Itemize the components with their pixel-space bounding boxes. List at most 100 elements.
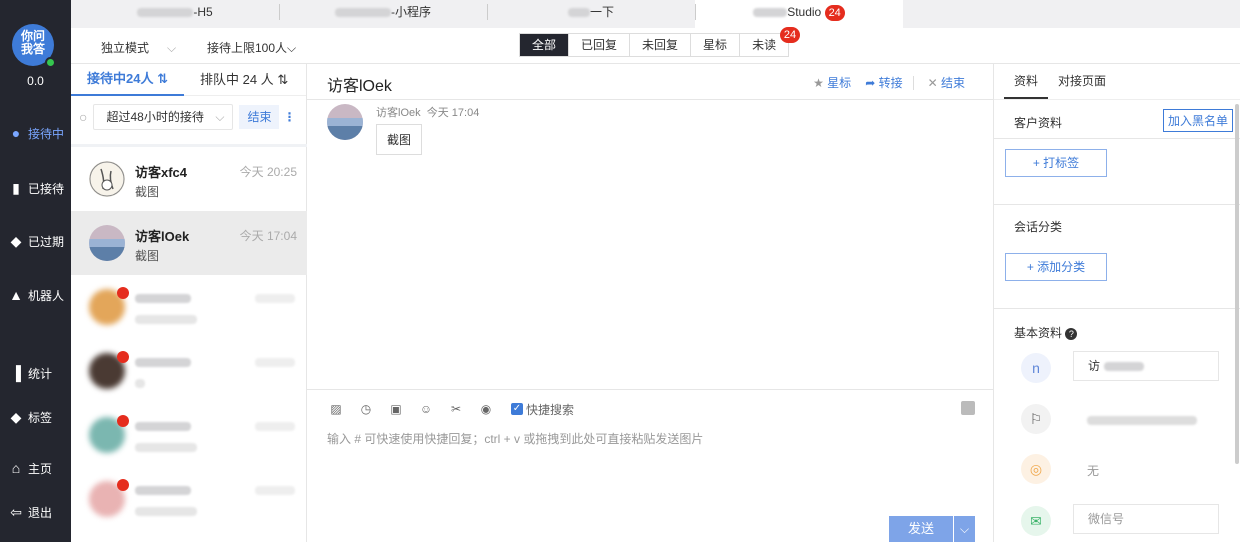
- conversation-item[interactable]: 访客lOek 今天 17:04 截图: [71, 211, 307, 275]
- end-sessions-button[interactable]: 结束: [239, 105, 280, 129]
- chat-actions: ★ 星标 ➦ 转接 ✕ 结束: [799, 74, 965, 91]
- scrollbar[interactable]: [1235, 104, 1239, 464]
- sort-icon[interactable]: ⇅: [157, 71, 168, 86]
- image-icon[interactable]: ▨: [327, 400, 345, 418]
- nav-item-serving[interactable]: ● 接待中: [0, 121, 71, 145]
- mode-select[interactable]: 独立模式 ⌵: [101, 39, 176, 56]
- location-value: 无: [1087, 464, 1100, 478]
- nav-item-served[interactable]: ▮ 已接待: [0, 176, 71, 200]
- nav-item-logout[interactable]: ⇦ 退出: [0, 500, 71, 524]
- quick-reply-icon[interactable]: ▣: [387, 400, 405, 418]
- limit-select[interactable]: 接待上限100人⌵: [207, 39, 296, 56]
- conversation-preview: 截图: [135, 249, 160, 263]
- filter-replied[interactable]: 已回复: [569, 34, 631, 56]
- nav-item-stats[interactable]: ▐ 统计: [0, 361, 71, 385]
- tab-profile[interactable]: 资料: [1004, 64, 1049, 99]
- nav-item-expired[interactable]: ◆ 已过期: [0, 229, 71, 253]
- conversation-item[interactable]: [71, 467, 307, 531]
- add-tag-button[interactable]: + 打标签: [1005, 149, 1107, 177]
- scissors-icon[interactable]: ✂: [447, 400, 465, 418]
- tab-serving[interactable]: 接待中24人 ⇅: [71, 64, 184, 96]
- redacted-text: [335, 8, 391, 18]
- conversation-item[interactable]: [71, 403, 307, 467]
- app-tabs: -H5 -小程序 一下 Studio 24: [71, 0, 1240, 28]
- quick-search-checkbox[interactable]: ✓ 快捷搜索: [511, 401, 574, 418]
- star-button[interactable]: ★ 星标: [813, 74, 851, 91]
- message-bubble[interactable]: 截图: [376, 124, 423, 155]
- nav-label: 已接待: [28, 181, 65, 196]
- clock-icon[interactable]: ◷: [357, 400, 375, 418]
- redacted-text: [567, 8, 590, 18]
- customer-panel: 资料 对接页面 客户资料 加入黑名单 + 打标签 会话分类 + 添加分类 基本资…: [993, 64, 1240, 542]
- wechat-field[interactable]: 微信号: [1073, 504, 1219, 534]
- divider: [994, 138, 1240, 139]
- conversation-time: 今天 17:04: [239, 229, 297, 243]
- nav-item-home[interactable]: ⌂ 主页: [0, 456, 71, 480]
- conversation-item[interactable]: [71, 275, 307, 339]
- invite-icon[interactable]: ◉: [477, 400, 495, 418]
- transfer-label: 转接: [878, 76, 903, 90]
- conversation-item[interactable]: 访客xfc4 今天 20:25 截图: [71, 147, 307, 211]
- agent-score: 0.0: [27, 74, 44, 88]
- help-icon[interactable]: ?: [1065, 328, 1078, 340]
- unread-dot: [117, 287, 129, 299]
- conversation-time: 今天 20:25: [239, 165, 297, 179]
- add-category-button[interactable]: + 添加分类: [1005, 253, 1107, 281]
- tab-label: -小程序: [391, 5, 431, 19]
- transfer-button[interactable]: ➦ 转接: [865, 74, 902, 91]
- section-title: 基本资料 ?: [1014, 324, 1078, 341]
- tab-queue[interactable]: 排队中 24 人 ⇅: [184, 65, 304, 95]
- filter-unread[interactable]: 未读 24: [740, 27, 801, 56]
- nav-item-robot[interactable]: ▲ 机器人: [0, 283, 71, 307]
- landscape-avatar-icon: [327, 104, 363, 140]
- unread-dot: [117, 415, 129, 427]
- tab-label: -H5: [193, 5, 213, 19]
- app-tab-h5[interactable]: -H5: [71, 0, 279, 28]
- nav-label: 退出: [28, 505, 53, 520]
- conversation-item[interactable]: [71, 339, 307, 403]
- thumbs-up-icon: ▮: [12, 179, 20, 196]
- tab-page[interactable]: 对接页面: [1048, 64, 1116, 99]
- sort-icon[interactable]: ⇅: [277, 72, 288, 87]
- redacted-text: [135, 443, 197, 452]
- chevron-down-icon: ⌵: [215, 110, 225, 124]
- nav-label: 已过期: [28, 234, 65, 249]
- filter-starred[interactable]: 星标: [691, 34, 741, 56]
- blacklist-button[interactable]: 加入黑名单: [1162, 109, 1233, 132]
- app-tab-miniprogram[interactable]: -小程序: [279, 0, 487, 28]
- limit-label: 接待上限100人: [207, 41, 288, 55]
- tab-label: 排队中 24 人: [200, 71, 274, 87]
- redacted-text: [255, 294, 295, 303]
- avatar: [89, 161, 125, 197]
- name-field[interactable]: 访: [1073, 351, 1219, 381]
- nav-label: 机器人: [28, 288, 65, 303]
- app-logo: 你问我答: [12, 24, 56, 68]
- app-tab-studio[interactable]: Studio 24: [695, 0, 903, 28]
- redacted-text: [135, 507, 197, 516]
- more-options-icon[interactable]: ⋮: [283, 110, 295, 124]
- online-status-dot: [45, 57, 56, 68]
- search-icon[interactable]: ○: [79, 109, 87, 125]
- nav-label: 标签: [28, 410, 53, 425]
- checkbox-checked-icon: ✓: [511, 403, 523, 415]
- filter-unreplied[interactable]: 未回复: [630, 34, 692, 56]
- screenshot-icon[interactable]: [961, 401, 975, 415]
- emoji-icon[interactable]: ☺: [417, 400, 435, 418]
- chevron-down-icon[interactable]: ⌵: [953, 516, 975, 542]
- end-chat-button[interactable]: ✕ 结束: [928, 74, 965, 91]
- list-filter-row: ○ 超过48小时的接待 ⌵ 结束 ⋮: [71, 102, 307, 132]
- landscape-avatar-icon: [89, 225, 125, 261]
- customer-tabs: 资料 对接页面: [994, 64, 1240, 100]
- app-tab-third[interactable]: 一下: [487, 0, 695, 28]
- filter-all[interactable]: 全部: [520, 34, 570, 56]
- tab-label: 接待中24人: [87, 70, 154, 86]
- message-meta: 访客lOek 今天 17:04: [376, 104, 479, 120]
- chat-bubble-icon: ●: [11, 125, 21, 141]
- wechat-icon: ✉: [1021, 506, 1051, 536]
- nav-item-tags[interactable]: ◆ 标签: [0, 405, 71, 429]
- divider: [994, 204, 1240, 205]
- nav-label: 主页: [28, 461, 53, 476]
- send-button[interactable]: 发送 ⌵: [889, 516, 975, 542]
- message-input[interactable]: 输入 # 可快速使用快捷回复；ctrl + v 或拖拽到此处可直接粘贴发送图片: [327, 430, 703, 447]
- time-filter-select[interactable]: 超过48小时的接待 ⌵: [93, 104, 234, 130]
